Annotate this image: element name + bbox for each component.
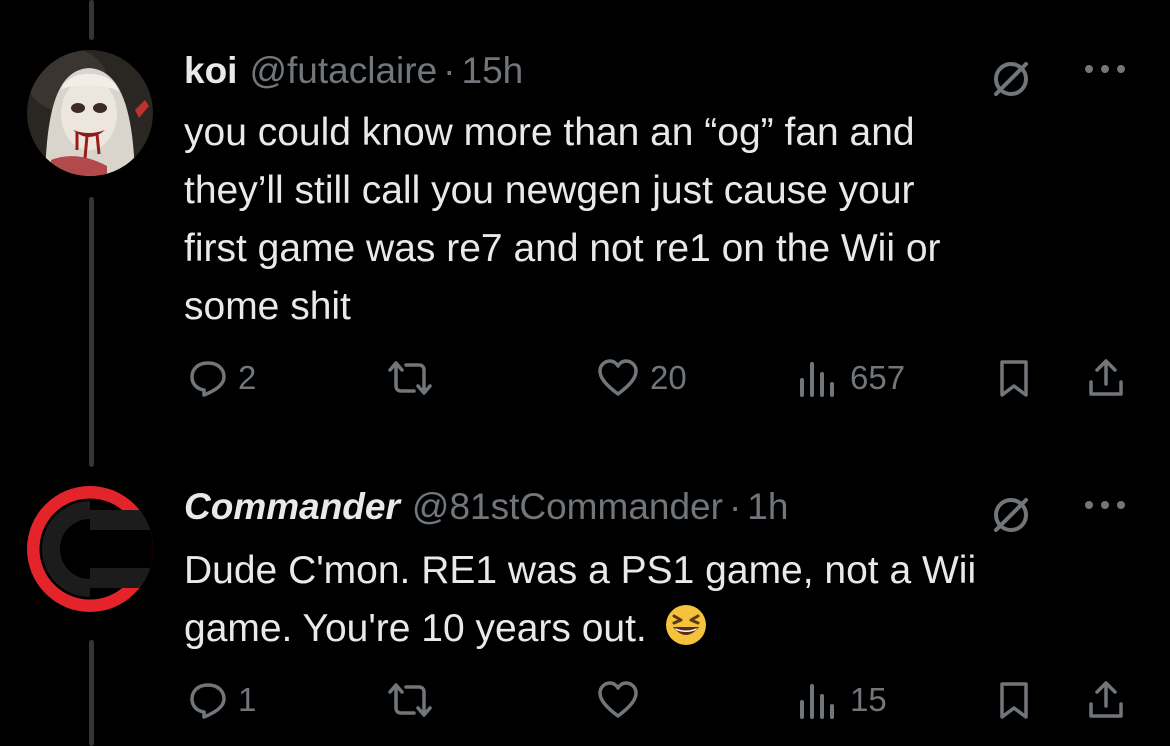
heart-icon [598, 359, 638, 396]
reply-button[interactable]: 1 [188, 680, 256, 720]
tweet-commander[interactable]: Commander @81stCommander · 1h Dude C'mon… [0, 486, 1170, 746]
tweet-koi[interactable]: koi @futaclaire · 15h you could know mor… [0, 50, 1170, 430]
bookmark-icon [1000, 682, 1028, 719]
tweet-text-line: game. You're 10 years out. [184, 600, 976, 664]
reply-button[interactable]: 2 [188, 358, 256, 398]
views-icon [800, 362, 834, 397]
avatar[interactable] [27, 50, 153, 176]
repost-icon [388, 361, 432, 395]
timestamp[interactable]: 1h [747, 486, 788, 528]
repost-button[interactable] [384, 680, 446, 720]
separator-dot: · [443, 50, 456, 91]
tweet-text-line: you could know more than an “og” fan and [184, 111, 915, 154]
share-button[interactable] [1086, 680, 1126, 720]
bookmark-icon [1000, 360, 1028, 397]
reply-icon [190, 361, 226, 397]
repost-icon [388, 683, 432, 717]
separator-dot: · [728, 486, 742, 527]
heart-icon [598, 681, 638, 718]
share-button[interactable] [1086, 358, 1126, 398]
more-options-icon[interactable] [1080, 54, 1130, 84]
reply-count: 2 [238, 359, 257, 396]
display-name[interactable]: koi [184, 50, 237, 92]
tweet-header: koi @futaclaire · 15h [184, 50, 523, 94]
action-bar: 1 15 [184, 680, 1134, 730]
repost-button[interactable] [384, 358, 446, 398]
action-bar: 2 20 657 [184, 358, 1134, 408]
views-icon [800, 684, 834, 719]
tweet-text: Dude C'mon. RE1 was a PS1 game, not a Wi… [184, 542, 976, 664]
tweet-text-line-content: game. You're 10 years out. [184, 607, 647, 650]
tweet-text-line: they’ll still call you newgen just cause… [184, 169, 915, 212]
thread-line-top [89, 0, 94, 40]
bookmark-button[interactable] [996, 358, 1032, 398]
view-count: 657 [850, 359, 906, 396]
tweet-text: you could know more than an “og” fan and… [184, 104, 941, 336]
bookmark-button[interactable] [996, 680, 1032, 720]
display-name[interactable]: Commander [184, 486, 400, 528]
reply-icon [190, 683, 226, 719]
more-options-icon[interactable] [1080, 490, 1130, 520]
reply-count: 1 [238, 681, 257, 718]
like-count: 20 [650, 359, 687, 396]
tweet-text-line: first game was re7 and not re1 on the Wi… [184, 227, 941, 270]
share-icon [1089, 681, 1123, 718]
avatar[interactable] [27, 486, 153, 612]
timestamp[interactable]: 15h [462, 50, 524, 92]
grinning-squinting-face-icon [664, 603, 708, 664]
handle[interactable]: @81stCommander [412, 486, 723, 528]
grok-icon[interactable] [990, 58, 1032, 105]
handle[interactable]: @futaclaire [249, 50, 437, 92]
views-button[interactable]: 15 [796, 680, 887, 720]
like-button[interactable]: 20 [596, 358, 687, 398]
tweet-text-line: some shit [184, 285, 351, 328]
tweet-header: Commander @81stCommander · 1h [184, 486, 788, 530]
grok-icon[interactable] [990, 494, 1032, 541]
share-icon [1089, 359, 1123, 396]
view-count: 15 [850, 681, 887, 718]
like-button[interactable] [596, 680, 650, 720]
views-button[interactable]: 657 [796, 358, 905, 398]
tweet-text-line: Dude C'mon. RE1 was a PS1 game, not a Wi… [184, 549, 977, 592]
